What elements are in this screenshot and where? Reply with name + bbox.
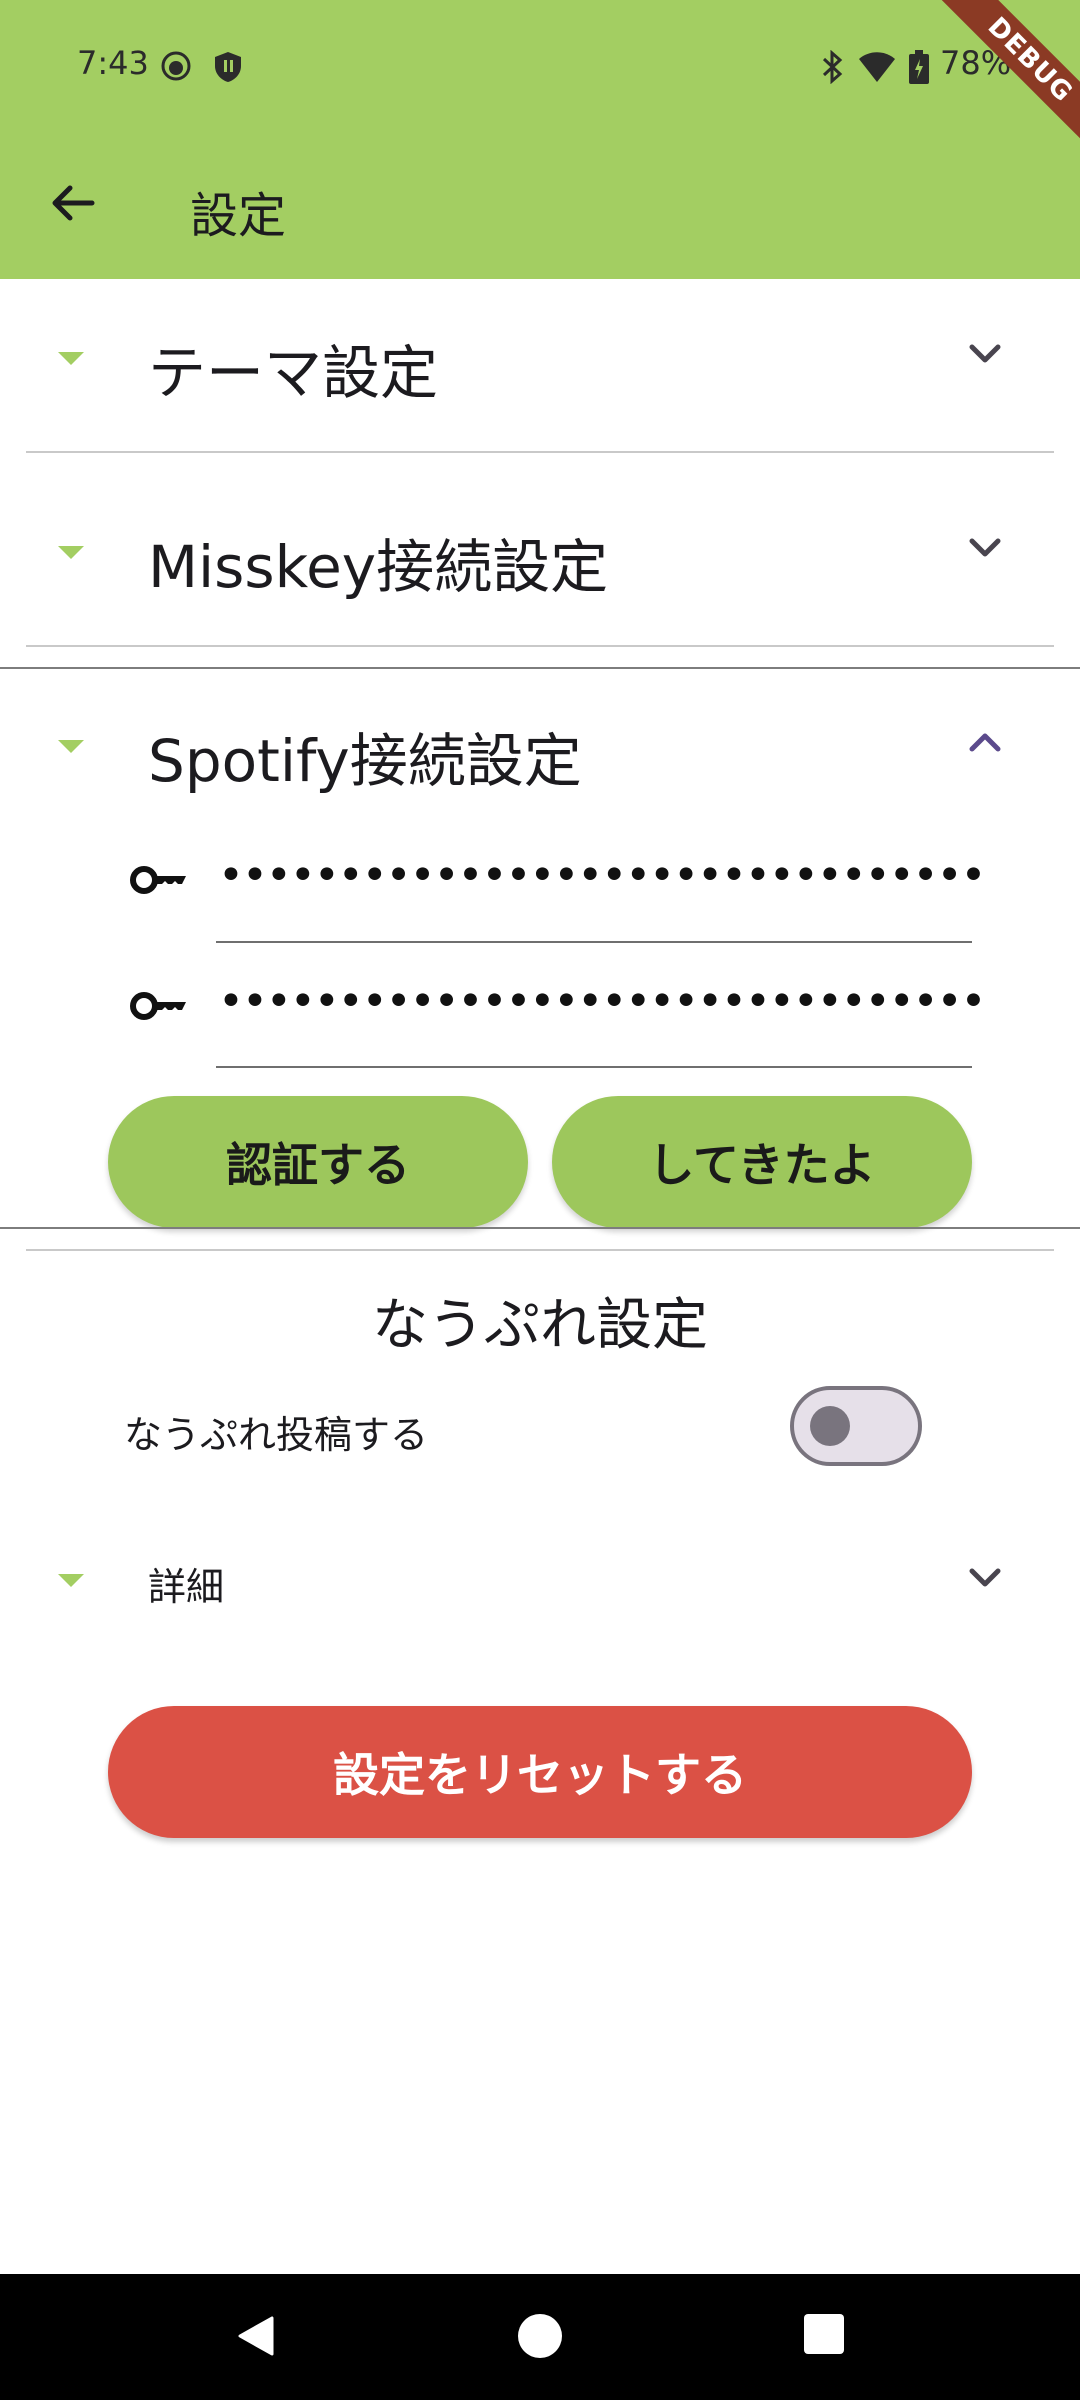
back-button[interactable] xyxy=(40,170,106,236)
nowplaying-toggle-label: なうぷれ投稿する xyxy=(124,1413,429,1457)
field-underline xyxy=(216,941,972,943)
section-title: テーマ設定 xyxy=(148,339,439,407)
home-icon[interactable] xyxy=(516,2312,564,2364)
wifi-icon xyxy=(858,50,896,88)
triangle-icon xyxy=(58,352,84,365)
section-spotify[interactable]: Spotify接続設定 xyxy=(0,678,1080,818)
done-button[interactable]: してきたよ xyxy=(552,1096,972,1228)
nowplaying-toggle[interactable] xyxy=(790,1386,922,1466)
triangle-icon xyxy=(58,740,84,753)
page-title: 設定 xyxy=(190,188,287,244)
bluetooth-icon xyxy=(820,49,846,88)
divider xyxy=(26,645,1054,647)
app-bar: 7:43 78% DEBUG 設定 xyxy=(0,0,1080,279)
client-id-value: •••••••••••••••••••••••••••••••• xyxy=(218,850,986,901)
reset-settings-button[interactable]: 設定をリセットする xyxy=(108,1706,972,1838)
expanded-bottom-border xyxy=(0,1227,1080,1229)
expanded-top-border xyxy=(0,667,1080,669)
face-icon xyxy=(160,50,192,86)
divider xyxy=(26,1249,1054,1251)
nowplaying-title: なうぷれ設定 xyxy=(372,1293,708,1358)
chevron-up-icon xyxy=(969,733,1001,752)
client-secret-value: •••••••••••••••••••••••••••••••• xyxy=(218,976,986,1027)
shield-icon xyxy=(212,50,244,88)
status-bar: 7:43 78% xyxy=(0,0,1080,130)
navigation-bar xyxy=(0,2274,1080,2400)
authenticate-button[interactable]: 認証する xyxy=(108,1096,528,1228)
arrow-back-icon xyxy=(52,185,95,221)
section-misskey[interactable]: Misskey接続設定 xyxy=(0,484,1080,624)
section-theme[interactable]: テーマ設定 xyxy=(0,290,1080,430)
key-icon xyxy=(130,866,186,894)
section-title: Misskey接続設定 xyxy=(148,533,609,601)
triangle-icon xyxy=(58,546,84,559)
chevron-down-icon xyxy=(969,1568,1001,1587)
battery-icon xyxy=(908,50,930,88)
status-time: 7:43 xyxy=(77,44,149,82)
key-icon xyxy=(130,992,186,1020)
divider xyxy=(26,451,1054,453)
section-title: 詳細 xyxy=(148,1565,225,1609)
section-title: Spotify接続設定 xyxy=(148,727,582,795)
section-details[interactable]: 詳細 xyxy=(0,1510,1080,1650)
chevron-down-icon xyxy=(969,538,1001,557)
recents-icon[interactable] xyxy=(802,2312,846,2360)
back-icon[interactable] xyxy=(232,2312,280,2364)
toggle-knob xyxy=(810,1406,850,1446)
field-underline xyxy=(216,1066,972,1068)
chevron-down-icon xyxy=(969,344,1001,363)
triangle-icon xyxy=(58,1574,84,1587)
